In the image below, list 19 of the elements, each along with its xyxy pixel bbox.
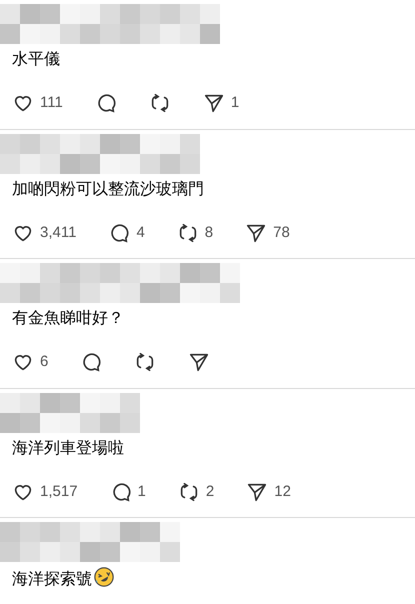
count: 4 bbox=[136, 222, 145, 242]
count: 1,517 bbox=[40, 482, 78, 502]
count: 78 bbox=[273, 222, 290, 242]
send-icon[interactable] bbox=[202, 92, 225, 114]
count: 1 bbox=[138, 482, 146, 502]
comment-text: 加啲閃粉可以整流沙玻璃門 bbox=[12, 180, 205, 200]
count: 8 bbox=[204, 222, 214, 242]
count: 12 bbox=[274, 482, 291, 502]
count: 2 bbox=[206, 482, 214, 502]
comment-text: 有金魚睇咁好？ bbox=[12, 308, 125, 329]
comment-icon[interactable] bbox=[108, 222, 130, 244]
comment-text: 水平儀 bbox=[12, 50, 61, 70]
send-icon[interactable] bbox=[188, 351, 210, 374]
count: 3,411 bbox=[40, 222, 76, 242]
count: 1 bbox=[230, 93, 240, 113]
count: 111 bbox=[40, 93, 63, 113]
comment-text: 海洋列車登場啦 bbox=[12, 438, 125, 458]
count: 6 bbox=[40, 352, 48, 372]
comment-text: 海洋探索號 bbox=[12, 566, 415, 592]
